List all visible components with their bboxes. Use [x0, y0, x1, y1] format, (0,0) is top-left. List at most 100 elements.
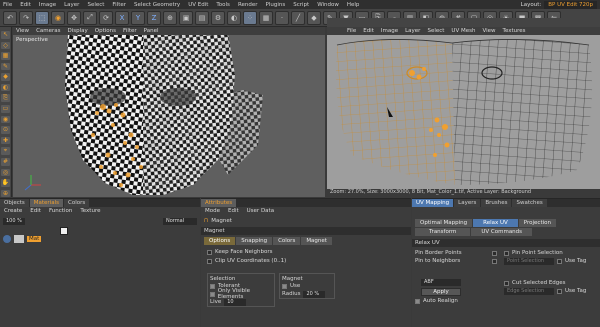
- subtab-colors[interactable]: Colors: [273, 237, 301, 245]
- pin-neighbors-checkbox[interactable]: [492, 258, 497, 264]
- texture-thumbnail[interactable]: [60, 227, 68, 235]
- coordinate-icon[interactable]: ⊕: [163, 10, 177, 25]
- menu-help[interactable]: Help: [347, 2, 360, 8]
- method-select[interactable]: ABF: [421, 279, 461, 286]
- menu-tools[interactable]: Tools: [216, 2, 230, 8]
- menu-plugins[interactable]: Plugins: [266, 2, 286, 8]
- subtab-options[interactable]: Options: [204, 237, 236, 245]
- menu-render[interactable]: Render: [238, 2, 258, 8]
- tab-colors[interactable]: Colors: [64, 199, 90, 207]
- uv-menu-edit[interactable]: Edit: [363, 28, 374, 34]
- materials-menu-texture[interactable]: Texture: [80, 207, 100, 215]
- uv-menu-textures[interactable]: Textures: [503, 28, 526, 34]
- attributes-menu-edit[interactable]: Edit: [228, 207, 239, 215]
- viewport-menu-options[interactable]: Options: [95, 28, 116, 34]
- tab-swatches[interactable]: Swatches: [512, 199, 547, 207]
- subtab-relax-uv[interactable]: Relax UV: [473, 219, 518, 227]
- tab-uv-mapping[interactable]: UV Mapping: [412, 199, 454, 207]
- viewport-menu-cameras[interactable]: Cameras: [36, 28, 60, 34]
- subtab-snapping[interactable]: Snapping: [236, 237, 273, 245]
- layout-selector[interactable]: Layout: BP UV Edit 720p: [521, 0, 597, 9]
- paint-layer-icon[interactable]: ◐: [227, 10, 241, 25]
- use-tag2-checkbox[interactable]: [557, 288, 562, 294]
- subtab-uv-commands[interactable]: UV Commands: [471, 228, 533, 236]
- use-tag-checkbox[interactable]: [557, 258, 562, 264]
- tool-grid-icon[interactable]: #: [1, 158, 10, 166]
- live-field[interactable]: 10: [224, 298, 247, 306]
- points-mode-icon[interactable]: ·: [275, 10, 289, 25]
- menu-uv-edit[interactable]: UV Edit: [188, 2, 208, 8]
- redo-icon[interactable]: ↷: [19, 10, 33, 25]
- tool-pin-icon[interactable]: ⌖: [1, 147, 10, 155]
- pin-border-checkbox[interactable]: [492, 250, 497, 256]
- tool-snap-icon[interactable]: ⊙: [1, 126, 10, 134]
- tool-light-icon[interactable]: ◉: [1, 115, 10, 123]
- cut-edges-checkbox[interactable]: [504, 280, 509, 286]
- uv-mesh-canvas[interactable]: [327, 35, 600, 189]
- clip-uv-checkbox[interactable]: [207, 258, 212, 264]
- viewport-menu-view[interactable]: View: [16, 28, 29, 34]
- tool-paint-icon[interactable]: ✎: [1, 62, 10, 70]
- tool-model-icon[interactable]: ◇: [1, 41, 10, 49]
- select-tool-icon[interactable]: ⬚: [35, 10, 49, 25]
- render-settings-icon[interactable]: ⚙: [211, 10, 225, 25]
- uv-menu-image[interactable]: Image: [381, 28, 398, 34]
- uv-editor-panel[interactable]: File Edit Image Layer Select UV Mesh Vie…: [327, 18, 600, 196]
- render-view-icon[interactable]: ▣: [179, 10, 193, 25]
- menu-edit[interactable]: Edit: [20, 2, 31, 8]
- materials-menu-edit[interactable]: Edit: [30, 207, 41, 215]
- tool-smudge-icon[interactable]: ◐: [1, 83, 10, 91]
- tool-eraser-icon[interactable]: ▭: [1, 105, 10, 113]
- menu-select-geometry[interactable]: Select Geometry: [134, 2, 180, 8]
- tool-axis-icon[interactable]: ✚: [1, 136, 10, 144]
- perspective-viewport[interactable]: View Cameras Display Options Filter Pane…: [13, 27, 325, 197]
- opacity-field[interactable]: 100 %: [3, 217, 25, 225]
- tab-brushes[interactable]: Brushes: [481, 199, 512, 207]
- menu-file[interactable]: File: [3, 2, 12, 8]
- uv-menu-select[interactable]: Select: [427, 28, 444, 34]
- menu-filter[interactable]: Filter: [112, 2, 126, 8]
- tool-zoom-icon[interactable]: ⊕: [1, 189, 10, 197]
- attributes-menu-mode[interactable]: Mode: [205, 207, 220, 215]
- radius-field[interactable]: 20 %: [303, 290, 326, 298]
- uv-menu-uv-mesh[interactable]: UV Mesh: [451, 28, 475, 34]
- materials-menu-function[interactable]: Function: [49, 207, 72, 215]
- menu-window[interactable]: Window: [317, 2, 339, 8]
- edges-mode-icon[interactable]: ╱: [291, 10, 305, 25]
- z-axis-icon[interactable]: Z: [147, 10, 161, 25]
- uv-points-icon[interactable]: ⁘: [243, 10, 257, 25]
- tool-clone-icon[interactable]: ⎘: [1, 94, 10, 102]
- pin-point-sel-checkbox[interactable]: [504, 250, 509, 256]
- uv-menu-file[interactable]: File: [347, 28, 356, 34]
- menu-select[interactable]: Select: [87, 2, 104, 8]
- tool-camera-icon[interactable]: ◎: [1, 168, 10, 176]
- tool-pointer-icon[interactable]: ↖: [1, 31, 10, 39]
- menu-script[interactable]: Script: [293, 2, 309, 8]
- move-icon[interactable]: ✥: [67, 10, 81, 25]
- only-visible-checkbox[interactable]: [210, 291, 215, 297]
- tolerant-checkbox[interactable]: [210, 283, 215, 289]
- layout-value[interactable]: BP UV Edit 720p: [544, 0, 597, 9]
- menu-image[interactable]: Image: [39, 2, 56, 8]
- viewport-menu-display[interactable]: Display: [68, 28, 88, 34]
- y-axis-icon[interactable]: Y: [131, 10, 145, 25]
- live-selection-icon[interactable]: ◉: [51, 10, 65, 25]
- keep-faces-checkbox[interactable]: [207, 249, 212, 255]
- render-picture-icon[interactable]: ▤: [195, 10, 209, 25]
- rotate-icon[interactable]: ⟳: [99, 10, 113, 25]
- apply-button[interactable]: Apply: [421, 288, 461, 296]
- scale-icon[interactable]: ⤢: [83, 10, 97, 25]
- auto-realign-checkbox[interactable]: [415, 298, 420, 304]
- subtab-transform[interactable]: Transform: [415, 228, 471, 236]
- materials-menu-create[interactable]: Create: [4, 207, 22, 215]
- edge-selection-field[interactable]: Edge Selection: [504, 287, 554, 295]
- tool-fill-icon[interactable]: ◆: [1, 73, 10, 81]
- subtab-magnet[interactable]: Magnet: [301, 237, 332, 245]
- subtab-projection[interactable]: Projection: [518, 219, 556, 227]
- tab-materials[interactable]: Materials: [29, 199, 63, 207]
- tab-attributes[interactable]: Attributes: [201, 199, 237, 207]
- uv-menu-layer[interactable]: Layer: [405, 28, 420, 34]
- material-item[interactable]: Mat: [3, 235, 42, 243]
- viewport-menu-filter[interactable]: Filter: [123, 28, 137, 34]
- undo-icon[interactable]: ↶: [3, 10, 17, 25]
